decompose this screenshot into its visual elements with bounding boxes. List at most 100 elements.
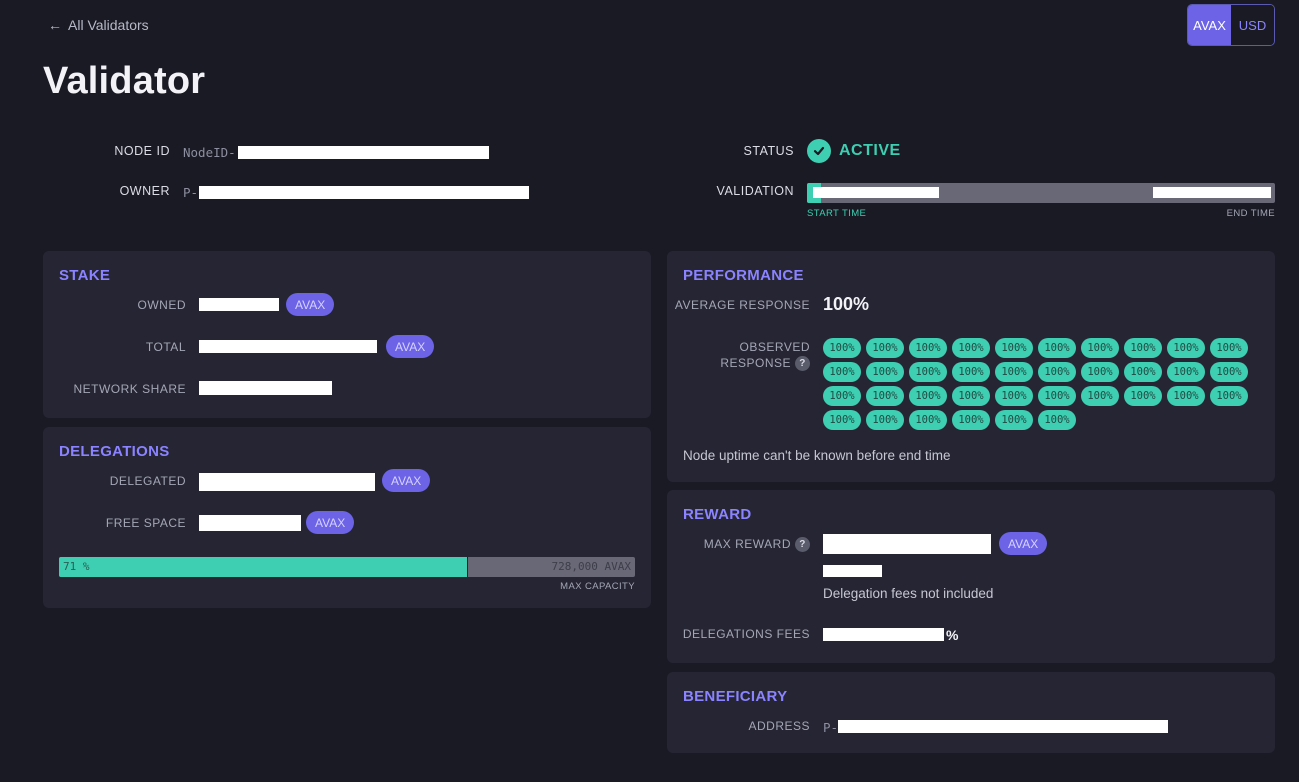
observed-response-chip: 100%	[1124, 362, 1162, 382]
max-reward-unit-badge: AVAX	[999, 532, 1048, 555]
max-reward-label-row: MAX REWARD?	[703, 537, 810, 553]
back-to-validators-link[interactable]: ← All Validators	[48, 17, 149, 33]
reward-title: REWARD	[683, 506, 752, 523]
observed-response-chip: 100%	[823, 362, 861, 382]
total-unit-badge: AVAX	[386, 335, 435, 358]
beneficiary-card: BENEFICIARY ADDRESS P-	[667, 672, 1275, 753]
observed-response-chip: 100%	[1210, 362, 1248, 382]
delegated-label: DELEGATED	[109, 474, 186, 488]
observed-response-chip: 100%	[1038, 362, 1076, 382]
owned-redaction	[199, 298, 279, 311]
observed-response-chip: 100%	[866, 338, 904, 358]
arrow-left-icon: ←	[48, 17, 62, 33]
observed-response-chip: 100%	[952, 362, 990, 382]
observed-response-chip: 100%	[866, 362, 904, 382]
owner-prefix: P-	[183, 185, 199, 200]
average-response-value: 100%	[823, 294, 870, 314]
validation-label: VALIDATION	[716, 184, 794, 198]
observed-response-chip: 100%	[823, 338, 861, 358]
status-label: STATUS	[743, 144, 794, 158]
observed-response-chip: 100%	[823, 386, 861, 406]
observed-response-label-text: RESPONSE	[720, 356, 791, 370]
observed-response-chip: 100%	[866, 386, 904, 406]
observed-response-chip: 100%	[1081, 386, 1119, 406]
start-time-redaction	[813, 187, 939, 198]
delegation-fees-label: DELEGATIONS FEES	[682, 627, 810, 641]
end-time-label: END TIME	[1226, 208, 1275, 219]
stake-title: STAKE	[59, 267, 111, 284]
address-value[interactable]: P-	[823, 720, 838, 735]
owner-value[interactable]: P-	[183, 185, 198, 200]
observed-response-chip: 100%	[823, 410, 861, 430]
address-label: ADDRESS	[748, 719, 810, 733]
observed-response-chip: 100%	[909, 362, 947, 382]
observed-response-chip: 100%	[1167, 362, 1205, 382]
total-redaction	[199, 340, 377, 353]
currency-avax-option[interactable]: AVAX	[1188, 5, 1231, 45]
page-title: Validator	[43, 60, 206, 102]
observed-response-chip: 100%	[952, 338, 990, 358]
node-id-value[interactable]: NodeID-	[183, 145, 236, 160]
back-link-label: All Validators	[68, 17, 149, 33]
start-time-label: START TIME	[807, 208, 867, 219]
observed-response-chip: 100%	[909, 338, 947, 358]
observed-response-chip: 100%	[1210, 386, 1248, 406]
delegated-unit-badge: AVAX	[382, 469, 431, 492]
owner-redaction	[199, 186, 529, 199]
observed-response-chip: 100%	[1038, 338, 1076, 358]
average-response-label: AVERAGE RESPONSE	[674, 298, 810, 312]
node-id-label: NODE ID	[114, 144, 170, 158]
capacity-percent: 71 %	[63, 560, 90, 573]
observed-response-chip: 100%	[1038, 410, 1076, 430]
currency-usd-option[interactable]: USD	[1231, 5, 1274, 45]
delegation-fees-unit: %	[946, 627, 959, 643]
address-prefix: P-	[823, 720, 839, 735]
max-capacity-label: MAX CAPACITY	[560, 581, 635, 592]
observed-response-chip: 100%	[1167, 386, 1205, 406]
validation-progress-bar	[807, 183, 1275, 203]
free-space-unit-badge: AVAX	[306, 511, 355, 534]
delegation-capacity-fill	[59, 557, 468, 577]
delegation-fees-redaction	[823, 628, 944, 641]
help-icon[interactable]: ?	[795, 356, 810, 372]
node-id-redaction	[238, 146, 489, 159]
observed-response-chip: 100%	[909, 410, 947, 430]
observed-response-label-line2: RESPONSE?	[720, 356, 810, 372]
observed-response-chip: 100%	[1124, 338, 1162, 358]
free-space-label: FREE SPACE	[105, 516, 186, 530]
performance-title: PERFORMANCE	[683, 267, 804, 284]
beneficiary-title: BENEFICIARY	[683, 688, 788, 705]
status-indicator: ACTIVE	[807, 139, 901, 163]
reward-card: REWARD MAX REWARD? AVAX Delegation fees …	[667, 490, 1275, 663]
observed-response-chip: 100%	[1081, 362, 1119, 382]
node-id-prefix: NodeID-	[183, 145, 236, 160]
observed-response-chip: 100%	[995, 362, 1033, 382]
max-reward-label: MAX REWARD	[703, 537, 791, 551]
fees-note: Delegation fees not included	[823, 586, 994, 601]
currency-toggle: AVAX USD	[1187, 4, 1275, 46]
observed-response-chip: 100%	[995, 410, 1033, 430]
delegated-redaction	[199, 473, 375, 491]
status-value: ACTIVE	[839, 142, 901, 159]
capacity-value: 728,000 AVAX	[551, 560, 631, 573]
performance-card: PERFORMANCE AVERAGE RESPONSE 100% OBSERV…	[667, 251, 1275, 482]
help-icon[interactable]: ?	[795, 537, 810, 553]
observed-response-chip: 100%	[1167, 338, 1205, 358]
observed-response-grid: 100% 100% 100% 100% 100% 100% 100% 100% 100% 100%…	[823, 338, 1273, 430]
observed-response-chip: 100%	[866, 410, 904, 430]
delegations-title: DELEGATIONS	[59, 443, 170, 460]
network-share-label: NETWORK SHARE	[73, 382, 186, 396]
owned-unit-badge: AVAX	[286, 293, 335, 316]
max-reward-secondary-redaction	[823, 565, 882, 577]
observed-response-chip: 100%	[995, 386, 1033, 406]
observed-response-chip: 100%	[952, 410, 990, 430]
address-redaction	[838, 720, 1168, 733]
owned-label: OWNED	[137, 298, 186, 312]
max-reward-redaction	[823, 534, 991, 554]
observed-response-chip: 100%	[1038, 386, 1076, 406]
owner-label: OWNER	[119, 184, 170, 198]
stake-card: STAKE OWNED AVAX TOTAL AVAX NETWORK SHAR…	[43, 251, 651, 418]
uptime-note: Node uptime can't be known before end ti…	[683, 448, 951, 463]
observed-response-label-line1: OBSERVED	[739, 340, 810, 354]
observed-response-chip: 100%	[952, 386, 990, 406]
